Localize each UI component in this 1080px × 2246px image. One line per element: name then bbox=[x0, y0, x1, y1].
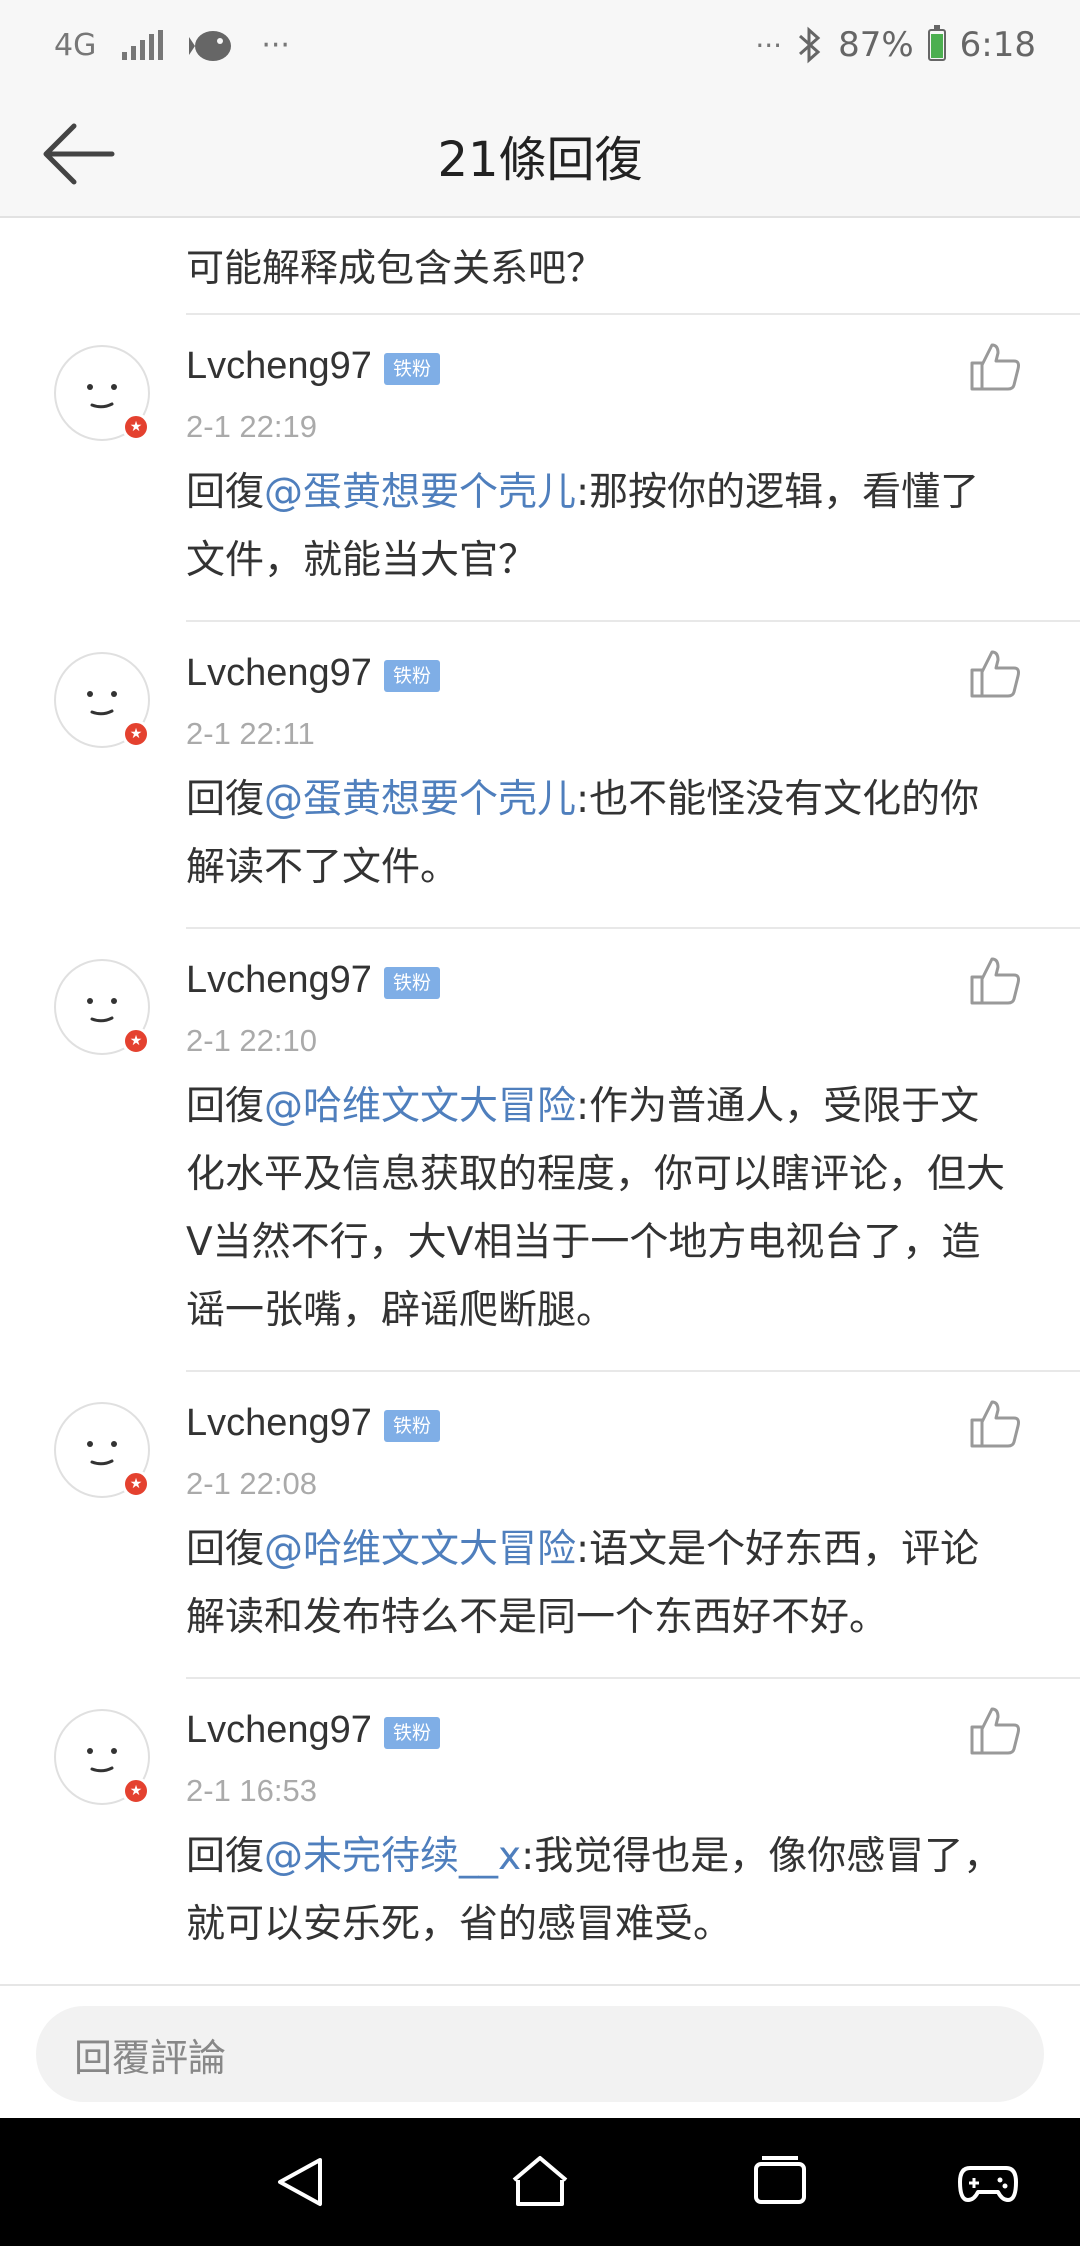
reply-item[interactable]: ★ Lvcheng97 铁粉 2-1 22:08 回復@哈维文文大冒险:语文是个… bbox=[0, 1372, 1080, 1679]
reply-prefix: 回復 bbox=[186, 1527, 265, 1572]
fan-badge: 铁粉 bbox=[384, 1410, 440, 1442]
reply-comment-input[interactable]: 回覆評論 bbox=[36, 2006, 1044, 2102]
fan-badge: 铁粉 bbox=[384, 1717, 440, 1749]
header: 21條回復 bbox=[0, 90, 1080, 218]
reply-input-bar: 回覆評論 bbox=[0, 1984, 1080, 2118]
nav-home-icon[interactable] bbox=[508, 2152, 572, 2212]
thumbs-up-icon[interactable] bbox=[968, 1398, 1022, 1450]
fan-badge: 铁粉 bbox=[384, 967, 440, 999]
status-bar: 4G ··· ··· 87% 6:18 bbox=[0, 0, 1080, 90]
avatar[interactable]: ★ bbox=[54, 652, 150, 748]
nav-recent-icon[interactable] bbox=[748, 2152, 812, 2212]
page-title: 21條回復 bbox=[437, 132, 643, 188]
nav-back-icon[interactable] bbox=[270, 2152, 334, 2212]
mention-link[interactable]: @哈维文文大冒险 bbox=[264, 1527, 576, 1572]
more-notifications: ··· bbox=[261, 27, 290, 63]
reply-prefix: 回復 bbox=[186, 1084, 265, 1129]
reply-item[interactable]: ★ Lvcheng97 铁粉 2-1 22:11 回復@蛋黄想要个壳儿:也不能怪… bbox=[0, 622, 1080, 929]
thumbs-up-icon[interactable] bbox=[968, 955, 1022, 1007]
battery-percent: 87% bbox=[838, 25, 914, 65]
timestamp: 2-1 16:53 bbox=[186, 1773, 317, 1808]
mention-link[interactable]: @蛋黄想要个壳儿 bbox=[264, 777, 576, 822]
reply-item[interactable]: ★ Lvcheng97 铁粉 2-1 22:10 回復@哈维文文大冒险:作为普通… bbox=[0, 929, 1080, 1372]
timestamp: 2-1 22:11 bbox=[186, 716, 315, 751]
timestamp: 2-1 22:08 bbox=[186, 1466, 317, 1501]
thumbs-up-icon[interactable] bbox=[968, 1705, 1022, 1757]
username[interactable]: Lvcheng97 bbox=[186, 1709, 372, 1752]
reply-list[interactable]: 是一所下复杂漏资本一种无所谓... 也应它不 可能解释成包含关系吧？ ★ Lvc… bbox=[0, 218, 1080, 1984]
reply-text[interactable]: 回復@哈维文文大冒险:语文是个好东西，评论解读和发布特么不是同一个东西好不好。 bbox=[186, 1516, 1006, 1652]
previous-reply-text: 是一所下复杂漏资本一种无所谓... 也应它不 可能解释成包含关系吧？ bbox=[186, 218, 918, 290]
username[interactable]: Lvcheng97 bbox=[186, 345, 372, 388]
username[interactable]: Lvcheng97 bbox=[186, 652, 372, 695]
reply-item[interactable]: ★ Lvcheng97 铁粉 2-1 22:19 回復@蛋黄想要个壳儿:那按你的… bbox=[0, 315, 1080, 622]
reply-item[interactable]: ★ Lvcheng97 铁粉 2-1 16:53 回復@未完待续__x:我觉得也… bbox=[0, 1679, 1080, 1984]
mention-link[interactable]: @未完待续__x bbox=[264, 1834, 521, 1879]
system-nav-bar bbox=[0, 2118, 1080, 2246]
more-status: ··· bbox=[755, 28, 783, 62]
mention-link[interactable]: @蛋黄想要个壳儿 bbox=[264, 470, 576, 515]
verified-badge-icon: ★ bbox=[122, 1027, 150, 1055]
fish-notification-icon bbox=[189, 31, 232, 61]
bluetooth-icon bbox=[799, 26, 821, 64]
battery-icon bbox=[927, 25, 946, 61]
reply-text[interactable]: 回復@未完待续__x:我觉得也是，像你感冒了，就可以安乐死，省的感冒难受。 bbox=[186, 1823, 1006, 1959]
thumbs-up-icon[interactable] bbox=[968, 341, 1022, 393]
verified-badge-icon: ★ bbox=[122, 720, 150, 748]
verified-badge-icon: ★ bbox=[122, 413, 150, 441]
verified-badge-icon: ★ bbox=[122, 1470, 150, 1498]
username[interactable]: Lvcheng97 bbox=[186, 959, 372, 1002]
network-type: 4G bbox=[54, 27, 97, 63]
status-right: ··· 87% 6:18 bbox=[755, 20, 1036, 70]
status-left: 4G ··· bbox=[54, 20, 290, 70]
reply-prefix: 回復 bbox=[186, 470, 265, 515]
timestamp: 2-1 22:19 bbox=[186, 409, 317, 444]
timestamp: 2-1 22:10 bbox=[186, 1023, 317, 1058]
fan-badge: 铁粉 bbox=[384, 660, 440, 692]
mention-link[interactable]: @哈维文文大冒险 bbox=[264, 1084, 576, 1129]
reply-text[interactable]: 回復@蛋黄想要个壳儿:也不能怪没有文化的你解读不了文件。 bbox=[186, 766, 1006, 902]
game-controller-icon[interactable] bbox=[956, 2152, 1020, 2212]
thumbs-up-icon[interactable] bbox=[968, 648, 1022, 700]
verified-badge-icon: ★ bbox=[122, 1777, 150, 1805]
reply-prefix: 回復 bbox=[186, 1834, 265, 1879]
avatar[interactable]: ★ bbox=[54, 345, 150, 441]
username[interactable]: Lvcheng97 bbox=[186, 1402, 372, 1445]
avatar[interactable]: ★ bbox=[54, 1709, 150, 1805]
clock: 6:18 bbox=[959, 25, 1036, 65]
signal-icon bbox=[122, 30, 164, 60]
reply-text[interactable]: 回復@哈维文文大冒险:作为普通人，受限于文化水平及信息获取的程度，你可以瞎评论，… bbox=[186, 1073, 1006, 1345]
reply-text[interactable]: 回復@蛋黄想要个壳儿:那按你的逻辑，看懂了文件，就能当大官？ bbox=[186, 459, 1006, 595]
reply-prefix: 回復 bbox=[186, 777, 265, 822]
avatar[interactable]: ★ bbox=[54, 1402, 150, 1498]
fan-badge: 铁粉 bbox=[384, 353, 440, 385]
avatar[interactable]: ★ bbox=[54, 959, 150, 1055]
